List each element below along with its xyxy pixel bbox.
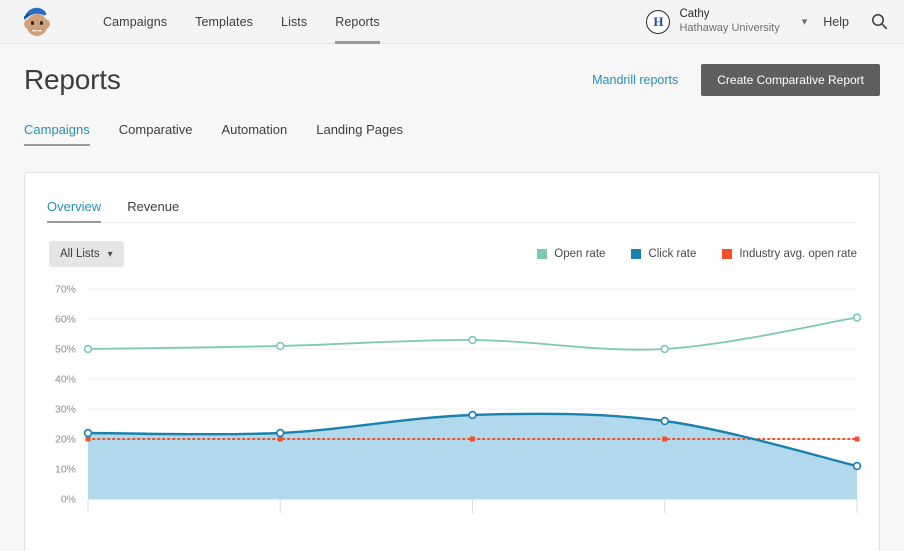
y-axis-tick-label: 10% [55,464,76,476]
y-axis-tick-label: 20% [55,434,76,446]
nav-link-campaigns[interactable]: Campaigns [89,0,181,44]
industry-avg-point[interactable] [470,436,475,442]
page-header: Reports Mandrill reports Create Comparat… [0,44,904,116]
tab-campaigns[interactable]: Campaigns [24,122,90,146]
click-rate-point[interactable] [468,410,477,420]
reports-card: Overview Revenue All Lists ▾ Open rate C… [24,172,880,551]
all-lists-filter-button[interactable]: All Lists ▾ [49,241,124,267]
click-rate-point[interactable] [276,428,285,438]
legend-label-click-rate: Click rate [648,248,697,260]
account-menu[interactable]: Cathy Hathaway University [679,7,779,35]
y-axis-tick-label: 30% [55,404,76,416]
tab-automation[interactable]: Automation [221,122,287,146]
primary-nav-links: Campaigns Templates Lists Reports [89,0,394,44]
search-icon[interactable] [871,13,888,30]
industry-avg-point[interactable] [277,436,283,442]
industry-avg-point[interactable] [854,436,860,442]
click-rate-area [88,413,857,499]
help-link[interactable]: Help [823,15,849,29]
y-axis-tick-label: 70% [55,284,76,296]
avatar[interactable]: H [646,9,671,34]
chevron-down-icon[interactable]: ▾ [802,15,808,28]
account-user-name: Cathy [679,8,710,21]
nav-link-templates[interactable]: Templates [181,0,267,44]
open-rate-line [87,316,858,351]
open-rate-point[interactable] [852,313,862,322]
account-org-name: Hathaway University [679,21,780,34]
legend-label-industry-avg: Industry avg. open rate [739,248,857,260]
top-bar-right-group: H Cathy Hathaway University ▾ Help [646,0,904,44]
main-tab-bar: Campaigns Comparative Automation Landing… [0,122,904,155]
open-rate-point[interactable] [660,344,669,354]
tab-comparative[interactable]: Comparative [119,122,193,146]
legend-label-open-rate: Open rate [554,248,606,260]
top-navigation-bar: Campaigns Templates Lists Reports H Cath… [0,0,904,44]
page-title: Reports [24,64,121,95]
rates-chart-svg[interactable]: 0% 10% 20% 30% 40% 50% 60% 70% [25,281,880,521]
create-comparative-report-button[interactable]: Create Comparative Report [701,64,880,96]
legend-swatch-open-rate [537,249,548,259]
chevron-down-icon: ▾ [107,248,113,260]
industry-avg-point[interactable] [85,436,91,442]
click-rate-point[interactable] [83,428,93,438]
chart-legend: Open rate Click rate Industry avg. open … [511,248,857,260]
card-tab-revenue[interactable]: Revenue [127,199,179,223]
industry-avg-point[interactable] [662,436,668,442]
click-rate-point[interactable] [852,461,862,471]
click-rate-point[interactable] [660,416,669,426]
rates-chart: 0% 10% 20% 30% 40% 50% 60% 70% [25,281,879,521]
legend-item-open-rate[interactable]: Open rate [537,248,605,260]
header-actions: Mandrill reports Create Comparative Repo… [592,64,880,96]
open-rate-point[interactable] [276,341,285,351]
nav-link-reports[interactable]: Reports [321,0,393,44]
mandrill-reports-link[interactable]: Mandrill reports [592,73,678,87]
open-rate-point[interactable] [83,344,93,354]
y-axis-tick-label: 60% [55,314,76,326]
legend-swatch-click-rate [631,249,642,259]
card-tab-bar: Overview Revenue [25,173,879,223]
legend-item-click-rate[interactable]: Click rate [631,248,696,260]
open-rate-point[interactable] [468,335,477,345]
y-axis-tick-label: 0% [61,494,76,506]
y-axis-tick-label: 50% [55,344,76,356]
mailchimp-freddie-logo[interactable] [19,4,55,40]
y-axis-tick-label: 40% [55,374,76,386]
legend-item-industry-avg[interactable]: Industry avg. open rate [722,248,857,260]
card-tab-overview[interactable]: Overview [47,199,102,223]
nav-link-lists[interactable]: Lists [267,0,321,44]
tab-landing-pages[interactable]: Landing Pages [316,122,403,146]
all-lists-filter-label: All Lists [60,248,100,260]
chart-controls: All Lists ▾ Open rate Click rate Industr… [25,223,879,267]
legend-swatch-industry-avg [722,249,733,259]
